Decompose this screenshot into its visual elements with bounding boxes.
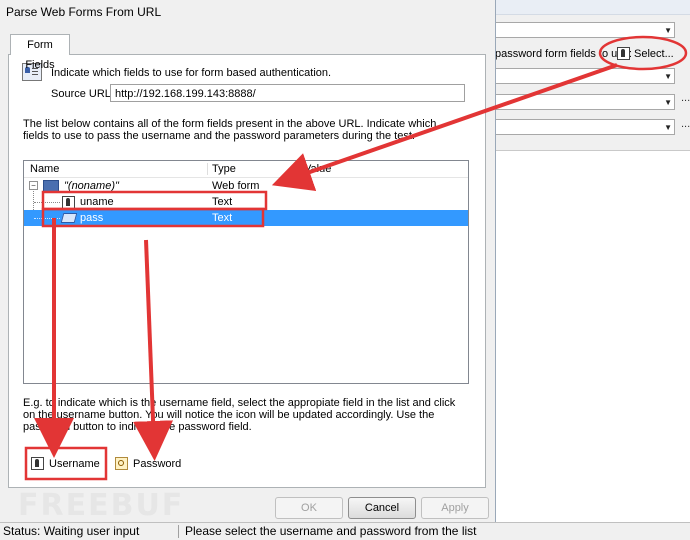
user-field-icon xyxy=(62,196,75,209)
row-type: Web form xyxy=(212,180,260,192)
dialog-title: Parse Web Forms From URL xyxy=(6,5,162,19)
cancel-button[interactable]: Cancel xyxy=(348,497,416,519)
status-bar: Status: Waiting user input Please select… xyxy=(0,522,690,540)
background-ellipsis-button[interactable]: ... xyxy=(681,118,690,130)
list-header: Name Type Value xyxy=(24,161,468,178)
source-url-label: Source URL: xyxy=(51,88,114,100)
column-divider[interactable] xyxy=(299,163,300,175)
column-header-name[interactable]: Name xyxy=(30,163,59,175)
background-window: ▼ ▼ ... ▼ ... ▼ password form fields to … xyxy=(495,0,690,540)
row-type: Text xyxy=(212,212,233,224)
user-icon xyxy=(617,47,630,60)
user-icon xyxy=(31,457,44,470)
row-name: "(noname)" xyxy=(64,180,119,192)
dropdown-arrow-icon: ▼ xyxy=(664,98,672,107)
list-row-uname[interactable]: uname Text xyxy=(24,194,468,210)
ok-button[interactable]: OK xyxy=(275,497,343,519)
intro-text: Indicate which fields to use for form ba… xyxy=(51,67,332,79)
web-form-icon xyxy=(43,180,59,193)
apply-button[interactable]: Apply xyxy=(421,497,489,519)
password-button-label: Password xyxy=(133,457,182,470)
tab-form-fields[interactable]: Form Fields xyxy=(10,34,70,71)
username-button[interactable]: Username xyxy=(31,455,100,472)
column-header-type[interactable]: Type xyxy=(212,163,236,175)
watermark-logo: FREEBUF xyxy=(18,488,185,523)
background-password-fields-label: password form fields to use: xyxy=(495,48,632,60)
status-text: Status: Waiting user input xyxy=(3,524,140,538)
form-fields-list[interactable]: Name Type Value − "(noname)" Web form un… xyxy=(23,160,469,384)
row-type: Text xyxy=(212,196,233,208)
password-field-icon xyxy=(60,213,78,223)
description-text: The list below contains all of the form … xyxy=(23,118,437,142)
background-select-label: Select... xyxy=(634,47,674,60)
key-icon xyxy=(115,457,128,470)
row-name: pass xyxy=(80,212,104,224)
parse-web-forms-dialog: Parse Web Forms From URL Form Fields Ind… xyxy=(0,0,496,523)
dropdown-arrow-icon: ▼ xyxy=(664,26,672,35)
row-name: uname xyxy=(80,196,114,208)
column-header-value[interactable]: Value xyxy=(304,163,331,175)
background-content-area xyxy=(495,150,690,540)
hint-text: E.g. to indicate which is the username f… xyxy=(23,397,456,433)
background-combo-4[interactable]: ▼ xyxy=(495,119,675,135)
list-row-pass[interactable]: pass Text xyxy=(24,210,468,226)
tree-line xyxy=(34,218,60,219)
background-ellipsis-button[interactable]: ... xyxy=(681,92,690,104)
password-button[interactable]: Password xyxy=(115,455,181,472)
background-combo-1[interactable]: ▼ xyxy=(495,22,675,38)
source-url-field[interactable]: http://192.168.199.143:8888/ xyxy=(110,84,465,102)
background-combo-2[interactable]: ▼ xyxy=(495,68,675,84)
status-message: Please select the username and password … xyxy=(185,524,477,538)
status-divider xyxy=(178,525,179,538)
background-toolbar xyxy=(495,0,690,15)
column-divider[interactable] xyxy=(207,163,208,175)
dropdown-arrow-icon: ▼ xyxy=(664,72,672,81)
username-button-label: Username xyxy=(49,457,100,470)
background-combo-3[interactable]: ▼ xyxy=(495,94,675,110)
dropdown-arrow-icon: ▼ xyxy=(664,123,672,132)
list-row-form[interactable]: − "(noname)" Web form xyxy=(24,178,468,194)
background-select-button[interactable]: Select... xyxy=(617,44,677,63)
